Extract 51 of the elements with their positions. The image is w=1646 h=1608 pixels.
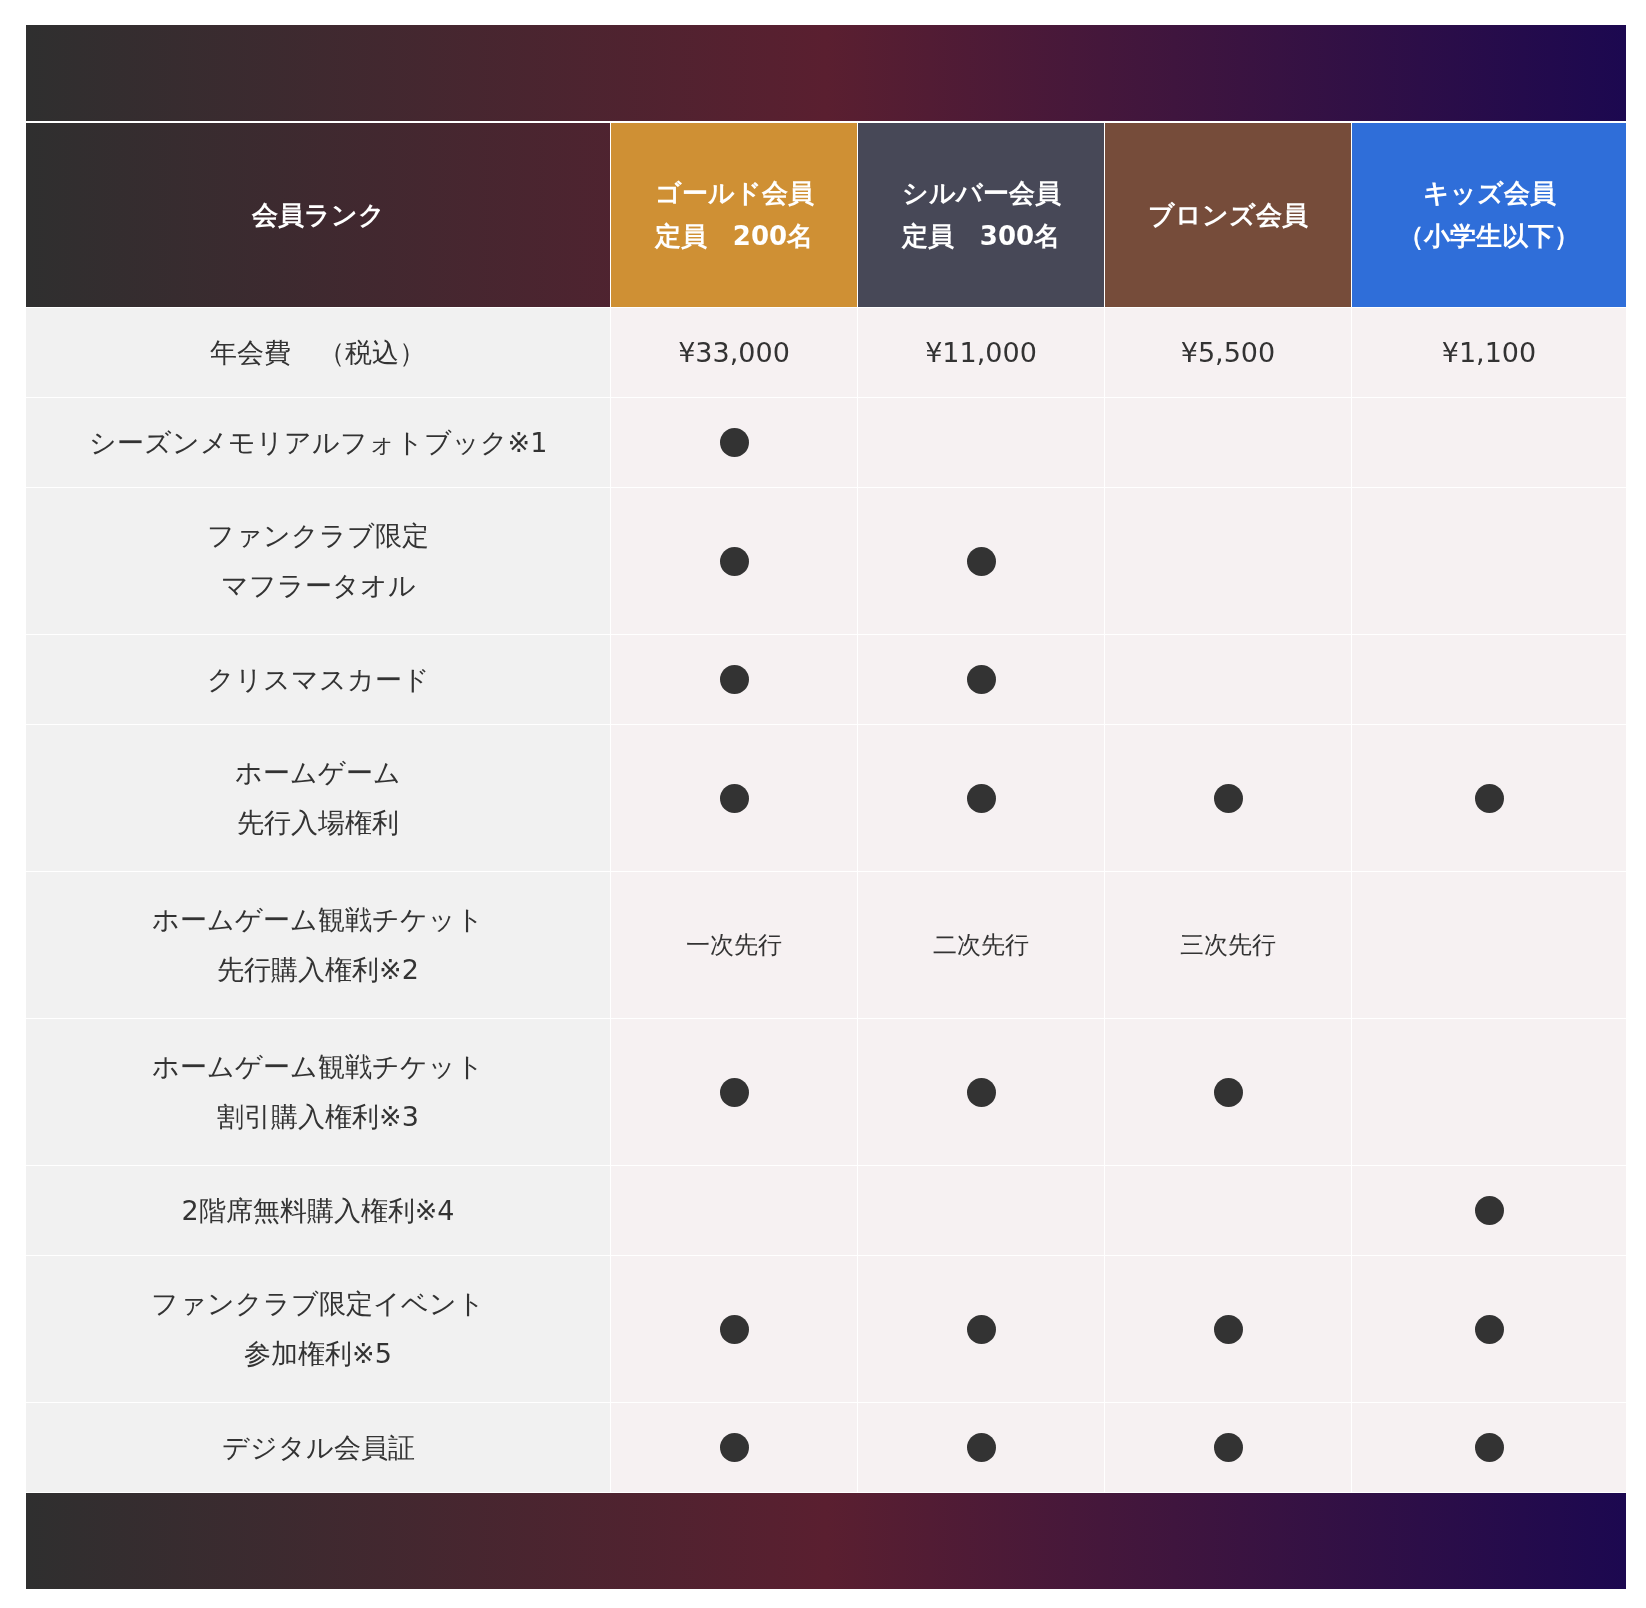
row-label: ホームゲーム [235, 756, 401, 790]
row-label: 先行購入権利※2 [217, 953, 419, 987]
bullet-icon [966, 1314, 996, 1344]
bullet-icon [966, 665, 996, 694]
bullet-icon [1474, 1314, 1504, 1344]
bullet-icon [719, 665, 749, 694]
bullet-icon [719, 546, 749, 576]
row-label: シーズンメモリアルフォトブック※1 [88, 425, 548, 460]
bullet-icon [719, 783, 749, 813]
cell-text: 三次先行 [1180, 930, 1276, 961]
bullet-icon [719, 1433, 749, 1462]
bullet-icon [1213, 1433, 1243, 1462]
row-label: ホームゲーム観戦チケット [152, 1050, 484, 1084]
row-label: 参加権利※5 [244, 1337, 392, 1371]
price-text: ¥5,500 [1180, 337, 1276, 368]
row-label: 割引購入権利※3 [217, 1100, 419, 1134]
row-label: ファンクラブ限定イベント [151, 1287, 485, 1321]
row-label: 年会費 （税込） [210, 335, 426, 370]
bullet-icon [1474, 1433, 1504, 1462]
column-heading: 定員 300名 [901, 220, 1061, 253]
price-text: ¥11,000 [925, 337, 1037, 368]
column-heading: ゴールド会員 [654, 177, 814, 210]
row-label: ホームゲーム観戦チケット [152, 903, 484, 937]
row-label: 2階席無料購入権利※4 [181, 1193, 455, 1228]
bullet-icon [1213, 1314, 1243, 1344]
cell-text: 一次先行 [686, 930, 782, 961]
column-heading: 会員ランク [251, 198, 385, 232]
price-text: ¥1,100 [1441, 337, 1537, 368]
price-text: ¥33,000 [678, 337, 790, 368]
bullet-icon [966, 546, 996, 576]
row-label: 先行入場権利 [237, 806, 399, 840]
bullet-icon [966, 1077, 996, 1107]
row-label: デジタル会員証 [221, 1430, 415, 1465]
cell-text: 二次先行 [933, 930, 1029, 961]
column-heading: ブロンズ会員 [1148, 198, 1308, 232]
column-heading: 定員 200名 [654, 220, 814, 253]
row-label: クリスマスカード [206, 662, 430, 697]
bullet-icon [719, 428, 749, 457]
bullet-icon [1474, 783, 1504, 813]
column-heading: キッズ会員 [1422, 177, 1556, 210]
bullet-icon [1474, 1196, 1504, 1225]
bullet-icon [1213, 783, 1243, 813]
bullet-icon [719, 1077, 749, 1107]
row-label: マフラータオル [220, 569, 416, 603]
row-label: ファンクラブ限定 [207, 519, 429, 553]
bullet-icon [719, 1314, 749, 1344]
bullet-icon [1213, 1077, 1243, 1107]
column-heading: （小学生以下） [1398, 220, 1580, 253]
column-heading: シルバー会員 [901, 177, 1061, 210]
bullet-icon [966, 1433, 996, 1462]
bullet-icon [966, 783, 996, 813]
